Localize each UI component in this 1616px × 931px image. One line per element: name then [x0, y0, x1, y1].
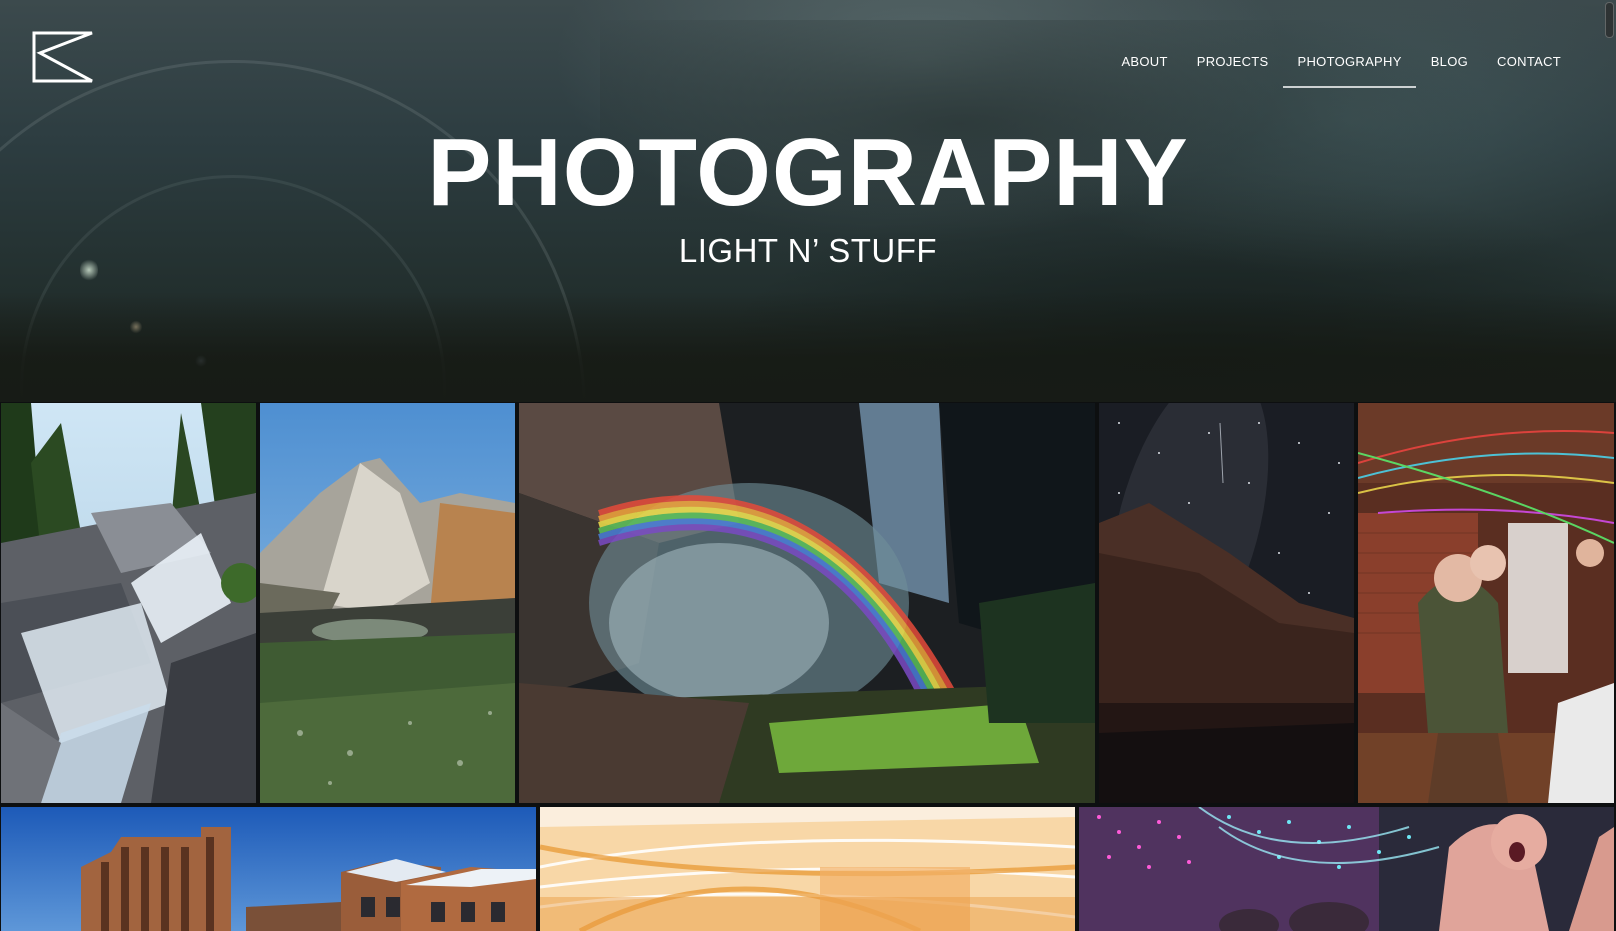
scrollbar[interactable] — [1605, 2, 1614, 38]
nav-projects[interactable]: PROJECTS — [1182, 44, 1283, 79]
nav-contact[interactable]: CONTACT — [1482, 44, 1575, 79]
photo-waterfall-cascade[interactable] — [1, 403, 256, 803]
hero-banner: ABOUT PROJECTS PHOTOGRAPHY BLOG CONTACT … — [0, 0, 1616, 402]
photo-golden-light-streaks[interactable] — [540, 807, 1075, 931]
photo-party-light-trails[interactable] — [1358, 403, 1614, 803]
nav-about[interactable]: ABOUT — [1106, 44, 1181, 79]
photo-laser-party[interactable] — [1079, 807, 1614, 931]
photo-milky-way-night[interactable] — [1099, 403, 1354, 803]
nav-photography[interactable]: PHOTOGRAPHY — [1282, 44, 1416, 88]
nav-blog[interactable]: BLOG — [1416, 44, 1482, 79]
photography-page: ABOUT PROJECTS PHOTOGRAPHY BLOG CONTACT … — [0, 0, 1616, 931]
main-nav: ABOUT PROJECTS PHOTOGRAPHY BLOG CONTACT — [1106, 44, 1575, 88]
page-subtitle: LIGHT N’ STUFF — [678, 232, 938, 269]
logo-icon[interactable] — [32, 31, 94, 83]
photo-waterfall-rainbow[interactable] — [519, 403, 1095, 803]
hero-hills — [0, 292, 1616, 402]
photo-mountain-lake[interactable] — [260, 403, 515, 803]
photo-brick-building[interactable] — [1, 807, 536, 931]
page-title: PHOTOGRAPHY — [427, 119, 1189, 226]
